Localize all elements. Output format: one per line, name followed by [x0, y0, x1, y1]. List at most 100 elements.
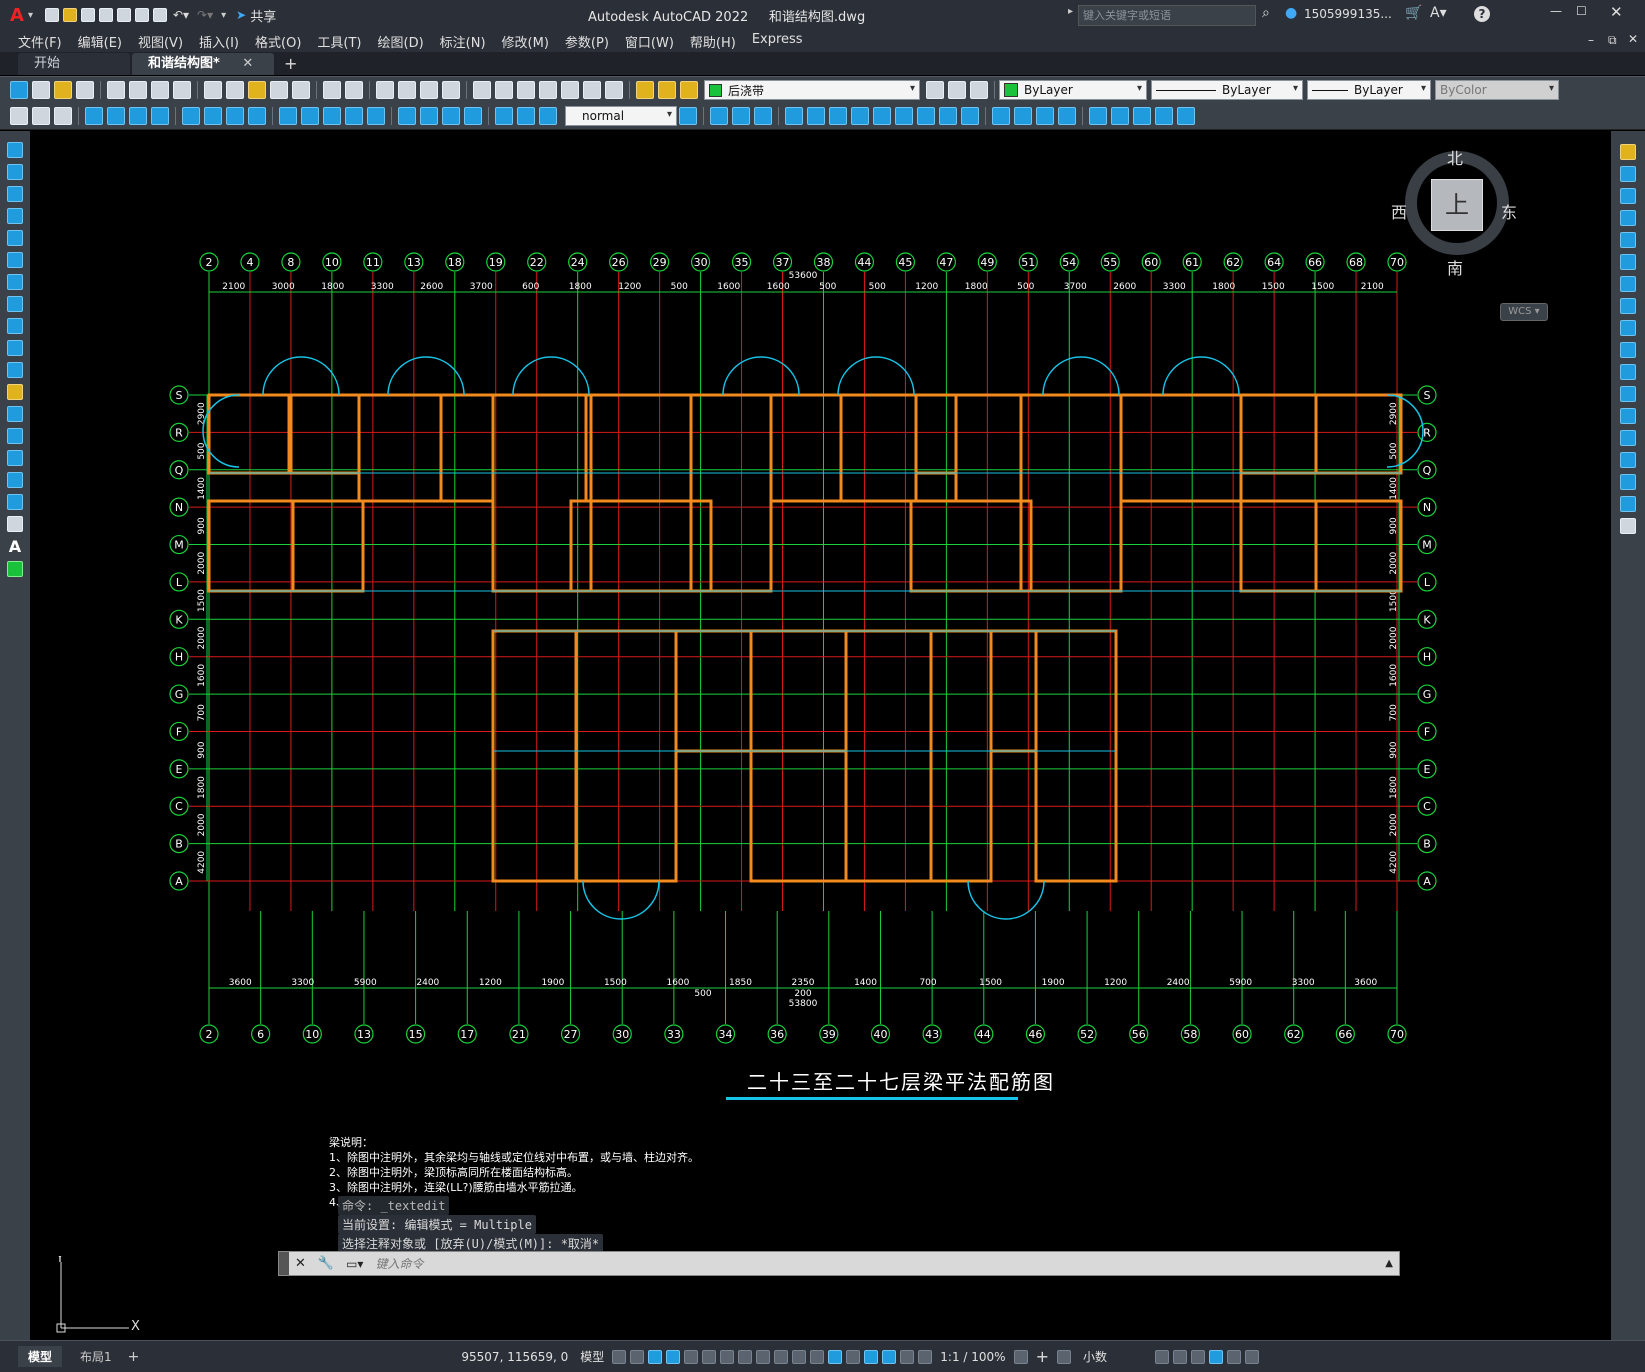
copy-object-icon[interactable] [732, 107, 750, 125]
center-mark-icon[interactable] [420, 107, 438, 125]
extend-icon[interactable] [1620, 364, 1636, 380]
gradient-icon[interactable] [7, 472, 23, 488]
model-space-button[interactable]: 模型 [580, 1348, 604, 1365]
explode-icon[interactable] [1620, 518, 1636, 534]
tab-drawing[interactable]: 和谐结构图* ✕ [132, 53, 274, 75]
scale-icon[interactable] [1620, 298, 1636, 314]
workspace-switch-icon[interactable] [1013, 1349, 1028, 1364]
make-current-layer-icon[interactable] [948, 81, 966, 99]
dimension-break-icon[interactable] [367, 107, 385, 125]
auto-scale-icon[interactable] [900, 1349, 915, 1364]
selection-cycling-icon[interactable] [792, 1349, 807, 1364]
isodraft-icon[interactable] [702, 1349, 717, 1364]
hatch-icon[interactable] [1155, 107, 1173, 125]
quick-select-icon[interactable] [10, 107, 28, 125]
share-button[interactable]: 共享 [250, 6, 276, 25]
dimension-text-edit-icon[interactable] [517, 107, 535, 125]
customization-icon[interactable] [1244, 1349, 1259, 1364]
lock-ui-icon[interactable] [1172, 1349, 1187, 1364]
plot-icon[interactable] [152, 8, 167, 22]
undo-icon[interactable] [323, 81, 341, 99]
publish-icon[interactable] [151, 81, 169, 99]
baseline-dimension-icon[interactable] [301, 107, 319, 125]
user-name[interactable]: 1505999135... [1304, 7, 1392, 21]
wcs-menu[interactable]: WCS ▾ [1500, 303, 1548, 321]
cut-icon[interactable] [204, 81, 222, 99]
chamfer-icon[interactable] [992, 107, 1010, 125]
mirror-icon[interactable] [1620, 188, 1636, 204]
fillet-icon[interactable] [1620, 474, 1636, 490]
infer-constraints-icon[interactable] [666, 1349, 681, 1364]
menu-item[interactable]: 视图(V) [138, 32, 183, 51]
rotate-icon[interactable] [829, 107, 847, 125]
user-icon[interactable]: ● [1285, 5, 1297, 21]
3d-osnap-icon[interactable] [810, 1349, 825, 1364]
save-as-icon[interactable] [98, 8, 113, 22]
command-input[interactable]: 键入命令 [375, 1255, 423, 1272]
gradient-icon[interactable] [1177, 107, 1195, 125]
annotation-scale-value[interactable]: 1:1 / 100% [940, 1350, 1005, 1364]
command-close-icon[interactable]: ✕ [295, 1256, 306, 1271]
ellipse-icon[interactable] [7, 340, 23, 356]
block-editor-icon[interactable] [292, 81, 310, 99]
block-attr-icon[interactable] [32, 107, 50, 125]
redo-icon[interactable]: ↷▾ [197, 8, 213, 22]
layer-state-icon[interactable] [636, 81, 654, 99]
ordinate-dimension-icon[interactable] [151, 107, 169, 125]
region-icon[interactable] [7, 494, 23, 510]
menu-item[interactable]: 格式(O) [255, 32, 301, 51]
arc-icon[interactable] [7, 252, 23, 268]
open-icon[interactable] [54, 81, 72, 99]
save-icon[interactable] [76, 81, 94, 99]
menu-item[interactable]: 窗口(W) [625, 32, 674, 51]
copy-icon[interactable] [226, 81, 244, 99]
fillet-icon[interactable] [1014, 107, 1032, 125]
join-icon[interactable] [961, 107, 979, 125]
scale-icon[interactable] [851, 107, 869, 125]
menu-item[interactable]: 工具(T) [317, 32, 361, 51]
match-properties-icon[interactable] [270, 81, 288, 99]
radius-dimension-icon[interactable] [182, 107, 200, 125]
maximize-icon[interactable]: ☐ [1576, 4, 1587, 18]
rotate-icon[interactable] [1620, 276, 1636, 292]
mirror-icon[interactable] [754, 107, 772, 125]
insert-block-icon[interactable] [1089, 107, 1107, 125]
break-icon[interactable] [1620, 408, 1636, 424]
add-selected-icon[interactable] [7, 561, 23, 577]
open-web-icon[interactable] [116, 8, 131, 22]
quick-properties-icon[interactable] [1154, 1349, 1169, 1364]
zoom-window-icon[interactable] [420, 81, 438, 99]
aligned-dimension-icon[interactable] [107, 107, 125, 125]
layer-lock-icon[interactable] [680, 81, 698, 99]
menu-item[interactable]: 帮助(H) [690, 32, 736, 51]
tolerance-icon[interactable] [398, 107, 416, 125]
zoom-previous-icon[interactable] [442, 81, 460, 99]
offset-icon[interactable] [785, 107, 803, 125]
extend-icon[interactable] [917, 107, 935, 125]
trim-icon[interactable] [1620, 342, 1636, 358]
markup-icon[interactable] [561, 81, 579, 99]
construction-line-icon[interactable] [7, 164, 23, 180]
graphics-performance-icon[interactable] [1208, 1349, 1223, 1364]
move-icon[interactable] [710, 107, 728, 125]
menu-item[interactable]: 标注(N) [440, 32, 486, 51]
point-icon[interactable] [7, 428, 23, 444]
blend-icon[interactable] [1036, 107, 1054, 125]
quick-dimension-icon[interactable] [279, 107, 297, 125]
ellipse-arc-icon[interactable] [7, 362, 23, 378]
app-logo[interactable]: A [10, 5, 24, 26]
break-icon[interactable] [939, 107, 957, 125]
coordinates-readout[interactable]: 95507, 115659, 0 [461, 1350, 568, 1364]
inspection-icon[interactable] [442, 107, 460, 125]
compass-south[interactable]: 南 [1447, 255, 1463, 279]
array-icon[interactable] [807, 107, 825, 125]
menu-item[interactable]: 修改(M) [502, 32, 549, 51]
chamfer-icon[interactable] [1620, 452, 1636, 468]
tab-start[interactable]: 开始 [18, 53, 130, 75]
calculator-icon[interactable] [583, 81, 601, 99]
redo-icon[interactable] [345, 81, 363, 99]
help-toolbar-icon[interactable] [605, 81, 623, 99]
color-dropdown[interactable]: ByLayer ▾ [999, 80, 1147, 100]
new-file-icon[interactable] [44, 8, 59, 22]
layout-tab-model[interactable]: 模型 [18, 1346, 63, 1367]
